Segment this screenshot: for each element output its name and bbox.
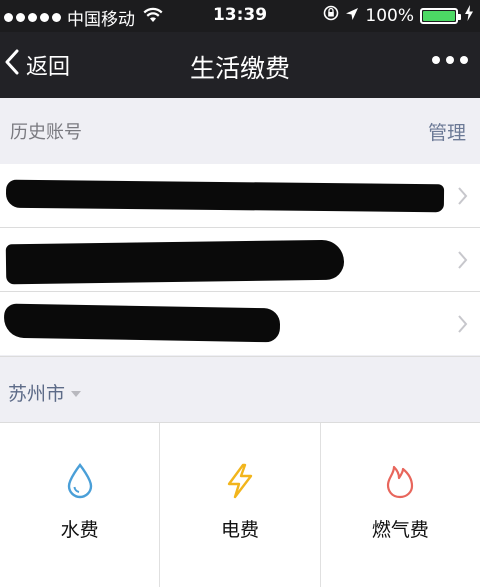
service-electricity[interactable]: 电费	[160, 423, 321, 587]
orientation-lock-icon	[323, 5, 339, 26]
redacted-account	[3, 303, 281, 343]
status-right: 100%	[323, 5, 474, 26]
chevron-right-icon	[457, 250, 468, 274]
location-icon	[345, 6, 359, 26]
redacted-account	[5, 179, 445, 213]
account-row[interactable]	[0, 292, 480, 355]
city-header: 苏州市	[0, 356, 480, 423]
chevron-right-icon	[457, 314, 468, 338]
back-button[interactable]: 返回	[4, 49, 70, 81]
service-water[interactable]: 水费	[0, 423, 161, 587]
battery-icon	[420, 7, 461, 24]
service-label: 燃气费	[371, 519, 429, 541]
nav-bar: 返回 生活缴费	[0, 32, 480, 98]
city-name: 苏州市	[8, 383, 66, 405]
battery-fill	[423, 10, 455, 21]
battery-percent: 100%	[365, 5, 414, 26]
dropdown-triangle-icon	[71, 383, 82, 402]
service-gas[interactable]: 燃气费	[321, 423, 480, 587]
back-label: 返回	[26, 55, 71, 80]
city-selector[interactable]: 苏州市	[8, 379, 82, 406]
page-title: 生活缴费	[189, 54, 290, 83]
account-list	[0, 164, 480, 355]
account-row[interactable]	[0, 228, 480, 292]
history-accounts-label: 历史账号	[10, 122, 82, 143]
redacted-account	[5, 239, 345, 285]
history-header: 历史账号 管理	[0, 98, 480, 162]
lightning-icon	[224, 463, 256, 503]
service-grid: 水费 电费 燃气费	[0, 422, 480, 587]
flame-icon	[385, 463, 415, 503]
service-label: 电费	[220, 519, 259, 541]
chevron-left-icon	[4, 49, 20, 81]
account-row[interactable]	[0, 164, 480, 228]
more-dots-icon	[432, 56, 440, 64]
water-drop-icon	[66, 463, 94, 503]
charging-icon	[464, 5, 474, 26]
manage-button[interactable]: 管理	[428, 118, 466, 145]
more-button[interactable]	[432, 56, 468, 64]
chevron-right-icon	[457, 186, 468, 210]
status-bar: 中国移动 13:39 100%	[0, 0, 480, 32]
service-label: 水费	[60, 519, 99, 541]
